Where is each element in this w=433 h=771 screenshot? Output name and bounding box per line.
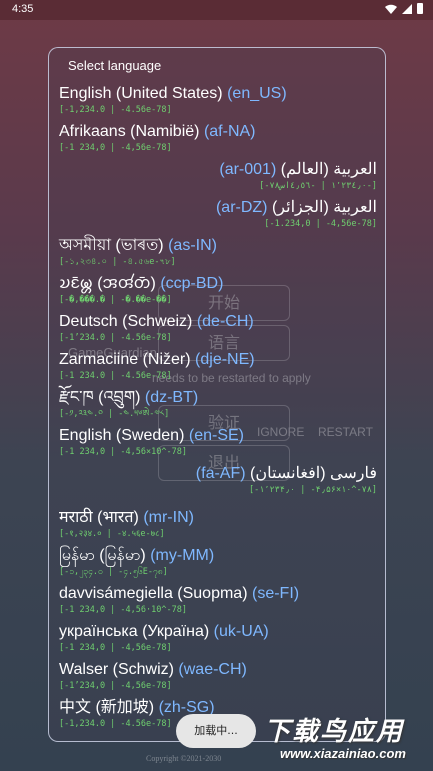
language-code: (dje-NE) [195,351,255,368]
language-code: (wae-CH) [178,661,247,678]
language-item[interactable]: (ar-001) العربية (العالم) [-١٬٢٣٤٫٠ | -٤٫… [59,159,377,197]
language-label: English (United States) [59,85,223,102]
language-code: (af-NA) [203,123,256,140]
language-name: (ar-DZ) العربية (الجزائر) [59,197,377,219]
number-format-sample: [-१,२३४.० | -४.५६e-७८] [59,529,165,539]
language-label: မြန်မာ (မြန်မာ) [59,547,146,564]
language-item[interactable]: 𑄌𑄋𑄴𑄟𑄳𑄦 (𑄞𑄢𑄧𑄖𑄴) (ccp-BD) [-�,���.� | -�.��… [59,273,377,311]
loading-toast: 加载中... [176,714,256,748]
language-code: (as-IN) [168,237,217,254]
language-item[interactable]: (fa-AF) فارسی (افغانستان) [-۱٬۲۳۴٫۰ | -۴٫… [59,463,377,507]
language-name: मराठी (भारत) (mr-IN) [59,507,377,529]
language-label: English (Sweden) [59,427,185,444]
watermark-url: www.xiazainiao.com [280,746,406,761]
number-format-sample: [-1’234,0 | -4,56e-78] [59,681,172,691]
language-name: Afrikaans (Namibië) (af-NA) [59,121,377,143]
language-name: (fa-AF) فارسی (افغانستان) [59,463,377,485]
language-label: українська (Україна) [59,623,210,640]
number-format-sample: [-1 234,0 | -4,56×10^-78] [59,447,187,457]
number-format-sample: [-1,234.0 | -4.56e-78] [59,105,172,115]
language-item[interactable]: English (Sweden) (en-SE) [-1 234,0 | -4,5… [59,425,377,463]
number-format-sample: [-1 234,0 | -4,56e-78] [59,143,172,153]
number-format-sample: [-١٬٢٣٤٫٠ | -٤٫٥٦اس٧٨-] [259,181,377,191]
language-code: (my-MM) [150,547,215,564]
language-item[interactable]: Zarmaciine (Nižer) (dje-NE) [-1 234.0 | -… [59,349,377,387]
language-item[interactable]: English (United States) (en_US) [-1,234.0… [59,83,377,121]
language-item[interactable]: davvisámegiella (Suopma) (se-FI) [-1 234,… [59,583,377,621]
language-item[interactable]: မြန်မာ (မြန်မာ) (my-MM) [-၁,၂၃၄.၀ | -၄.၅၆… [59,545,377,583]
number-format-sample: [-༡,༢༣༤.༠ | -༤.༥༦ཨེ-༧༨] [59,409,170,419]
number-format-sample: [-1’234.0 | -4.56e-78] [59,333,172,343]
language-label: Walser (Schwiz) [59,661,174,678]
language-item[interactable]: Deutsch (Schweiz) (de-CH) [-1’234.0 | -4.… [59,311,377,349]
language-dialog: Select language English (United States) … [48,47,386,742]
language-code: (mr-IN) [143,509,194,526]
language-item[interactable]: Afrikaans (Namibië) (af-NA) [-1 234,0 | -… [59,121,377,159]
language-label: فارسی (افغانستان) [250,465,377,482]
language-label: 𑄌𑄋𑄴𑄟𑄳𑄦 (𑄞𑄢𑄧𑄖𑄴) [59,275,156,292]
language-label: অসমীয়া (ভাৰত) [59,237,164,254]
language-name: မြန်မာ (မြန်မာ) (my-MM) [59,545,377,567]
language-code: (de-CH) [196,313,254,330]
language-label: Afrikaans (Namibië) [59,123,200,140]
language-name: English (United States) (en_US) [59,83,377,105]
language-label: العربية (الجزائر) [271,199,377,216]
language-label: རྫོང་ཁ (འབྲུག) [59,389,141,406]
language-item[interactable]: অসমীয়া (ভাৰত) (as-IN) [-১,২৩৪.০ | -৪.৫৬e… [59,235,377,273]
language-code: (en-SE) [188,427,244,444]
language-item[interactable]: Walser (Schwiz) (wae-CH) [-1’234,0 | -4,5… [59,659,377,697]
number-format-sample: [-�,���.� | -�.��e-��] [59,295,172,305]
number-format-sample: [-১,২৩৪.০ | -৪.৫৬e-৭৮] [59,257,176,267]
language-label: Zarmaciine (Nižer) [59,351,191,368]
language-name: українська (Україна) (uk-UA) [59,621,377,643]
number-format-sample: [-1 234,0 | -4,56e-78] [59,643,172,653]
language-name: (ar-001) العربية (العالم) [59,159,377,181]
number-format-sample: [-1 234.0 | -4.56e-78] [59,371,172,381]
language-label: 中文 (新加坡) [59,699,155,716]
dialog-title: Select language [68,58,162,73]
language-name: Zarmaciine (Nižer) (dje-NE) [59,349,377,371]
language-code: (ar-DZ) [215,199,268,216]
language-name: རྫོང་ཁ (འབྲུག) (dz-BT) [59,387,377,409]
language-name: Walser (Schwiz) (wae-CH) [59,659,377,681]
language-code: (ar-001) [219,161,277,178]
watermark-main: 下载鸟应用 [264,717,405,747]
language-list[interactable]: English (United States) (en_US) [-1,234.0… [59,83,377,735]
number-format-sample: [-۱٬۲۳۴٫۰ | -۴٫۵۶×۱۰^-۷۸] [249,485,377,495]
language-code: (en_US) [227,85,287,102]
language-code: (ccp-BD) [160,275,224,292]
language-item[interactable]: རྫོང་ཁ (འབྲུག) (dz-BT) [-༡,༢༣༤.༠ | -༤.༥༦ཨ… [59,387,377,425]
language-label: العربية (العالم) [280,161,377,178]
language-label: मराठी (भारत) [59,509,139,526]
language-code: (se-FI) [251,585,300,602]
language-item[interactable]: українська (Україна) (uk-UA) [-1 234,0 | … [59,621,377,659]
language-name: Deutsch (Schweiz) (de-CH) [59,311,377,333]
language-item[interactable]: मराठी (भारत) (mr-IN) [-१,२३४.० | -४.५६e-७… [59,507,377,545]
language-code: (fa-AF) [195,465,246,482]
language-name: English (Sweden) (en-SE) [59,425,377,447]
language-item[interactable]: (ar-DZ) العربية (الجزائر) [-1.234,0 | -4,… [59,197,377,235]
number-format-sample: [-1 234,0 | -4,56·10^-78] [59,605,187,615]
language-name: davvisámegiella (Suopma) (se-FI) [59,583,377,605]
language-label: davvisámegiella (Suopma) [59,585,248,602]
number-format-sample: [-1.234,0 | -4,56e-78] [264,219,377,229]
language-code: (uk-UA) [213,623,269,640]
language-label: Deutsch (Schweiz) [59,313,193,330]
number-format-sample: [-၁,၂၃၄.၀ | -၄.၅၆E-၇၈] [59,567,168,577]
language-code: (dz-BT) [144,389,199,406]
language-name: অসমীয়া (ভাৰত) (as-IN) [59,235,377,257]
language-name: 𑄌𑄋𑄴𑄟𑄳𑄦 (𑄞𑄢𑄧𑄖𑄴) (ccp-BD) [59,273,377,295]
watermark-logo: 下载鸟应用 www.xiazainiao.com [258,705,433,771]
copyright-text: Copyright ©2021-2030 [146,754,222,763]
